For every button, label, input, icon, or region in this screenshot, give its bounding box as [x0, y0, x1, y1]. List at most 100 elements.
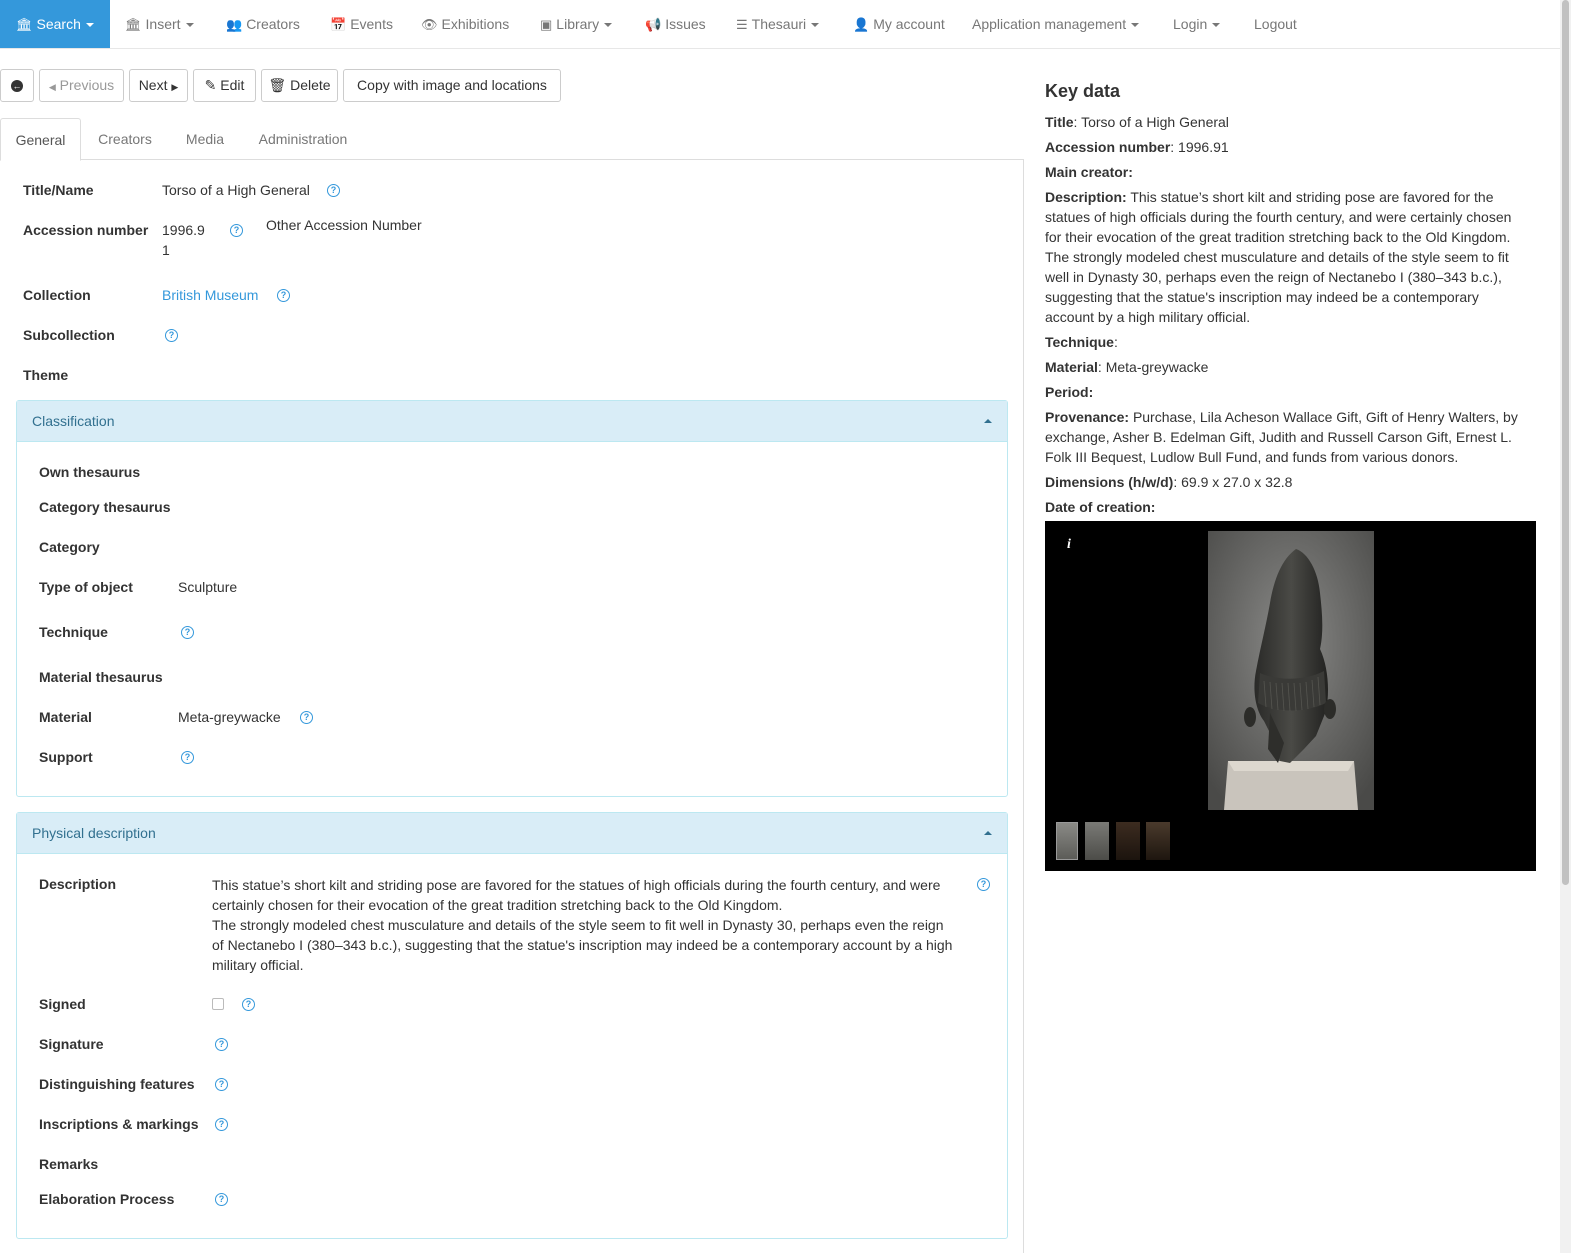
- key-data-dimensions-value: 69.9 x 27.0 x 32.8: [1181, 474, 1293, 490]
- other-accession-number-label: Other Accession Number: [266, 217, 422, 233]
- caret-down-icon: [185, 23, 194, 28]
- technique-label: Technique: [39, 624, 108, 640]
- key-data-main-creator: Main creator:: [1045, 162, 1525, 182]
- thumbnail-4[interactable]: [1146, 822, 1170, 860]
- help-icon[interactable]: ?: [977, 878, 990, 891]
- previous-button[interactable]: ◀ Previous: [39, 69, 124, 102]
- inscriptions-markings-label: Inscriptions & markings: [39, 1116, 199, 1132]
- user-icon: 👤: [853, 17, 870, 32]
- key-data-material: Material: Meta-greywacke: [1045, 359, 1209, 375]
- key-data-technique-label: Technique: [1045, 334, 1114, 350]
- material-label: Material: [39, 709, 92, 725]
- collection-link[interactable]: British Museum: [162, 287, 258, 303]
- help-icon[interactable]: ?: [215, 1078, 228, 1091]
- tab-media[interactable]: Media: [172, 118, 238, 160]
- key-data-main-creator-label: Main creator:: [1045, 164, 1133, 180]
- subcollection-label: Subcollection: [23, 327, 115, 343]
- thumbnail-1[interactable]: [1056, 822, 1078, 860]
- nav-creators-link[interactable]: 👥 Creators: [226, 0, 300, 48]
- accession-number-label: Accession number: [23, 222, 149, 238]
- nav-app-management-label: Application management: [972, 16, 1127, 32]
- category-thesaurus-label: Category thesaurus: [39, 499, 171, 515]
- nav-issues-label: Issues: [665, 16, 706, 32]
- description-paragraph-2: The strongly modeled chest musculature a…: [212, 917, 953, 973]
- help-icon[interactable]: ?: [215, 1038, 228, 1051]
- signed-checkbox[interactable]: [212, 998, 224, 1010]
- nav-thesauri-dropdown[interactable]: ☰ Thesauri: [736, 0, 820, 48]
- help-icon[interactable]: ?: [230, 224, 243, 237]
- collapse-caret-icon: [984, 831, 992, 835]
- trash-icon: 🗑: [268, 77, 287, 93]
- key-data-dimensions: Dimensions (h/w/d): 69.9 x 27.0 x 32.8: [1045, 474, 1293, 490]
- image-viewer[interactable]: i: [1045, 521, 1536, 871]
- key-data-title-value: Torso of a High General: [1081, 114, 1229, 130]
- key-data-description-value: This statue’s short kilt and striding po…: [1045, 189, 1512, 325]
- nav-login-dropdown[interactable]: Login: [1173, 0, 1221, 48]
- top-navbar: 🏛 Search 🏛 Insert 👥 Creators 📅 Events 👁 Exhib…: [0, 0, 1560, 49]
- help-icon[interactable]: ?: [300, 711, 313, 724]
- key-data-accession-value: 1996.91: [1178, 139, 1229, 155]
- nav-events-label: Events: [350, 16, 393, 32]
- help-icon[interactable]: ?: [277, 289, 290, 302]
- caret-down-icon: [1131, 23, 1140, 28]
- help-icon[interactable]: ?: [181, 626, 194, 639]
- bank-icon: 🏛: [125, 17, 142, 32]
- calendar-icon: 📅: [330, 17, 347, 32]
- info-icon[interactable]: i: [1067, 537, 1071, 553]
- nav-exhibitions-link[interactable]: 👁 Exhibitions: [421, 0, 509, 48]
- description-label: Description: [39, 876, 117, 892]
- collapse-caret-icon: [984, 419, 992, 423]
- thumbnail-2[interactable]: [1085, 822, 1109, 860]
- tab-creators[interactable]: Creators: [84, 118, 166, 160]
- help-icon[interactable]: ?: [242, 998, 255, 1011]
- chevron-right-icon: ▶: [171, 82, 179, 92]
- bank-icon: 🏛: [16, 17, 33, 32]
- accession-number-value-line2: 1: [162, 242, 170, 258]
- help-icon[interactable]: ?: [215, 1118, 228, 1131]
- nav-issues-link[interactable]: 📢 Issues: [645, 0, 706, 48]
- help-icon[interactable]: ?: [181, 751, 194, 764]
- title-label: Title/Name: [23, 182, 94, 198]
- copy-with-image-button[interactable]: Copy with image and locations: [343, 69, 561, 102]
- previous-label: Previous: [59, 77, 115, 93]
- key-data-provenance: Provenance: Purchase, Lila Acheson Walla…: [1045, 407, 1523, 467]
- tab-general[interactable]: General: [0, 118, 81, 161]
- key-data-accession: Accession number: 1996.91: [1045, 139, 1229, 155]
- edit-button[interactable]: ✎ Edit: [193, 69, 256, 102]
- tab-administration[interactable]: Administration: [244, 118, 362, 160]
- nav-library-dropdown[interactable]: ▣ Library: [540, 0, 613, 48]
- elaboration-process-label: Elaboration Process: [39, 1191, 175, 1207]
- next-button[interactable]: Next ▶: [129, 69, 188, 102]
- pencil-icon: ✎: [204, 77, 217, 93]
- thumbnail-3[interactable]: [1116, 822, 1140, 860]
- help-icon[interactable]: ?: [165, 329, 178, 342]
- delete-button[interactable]: 🗑 Delete: [261, 69, 338, 102]
- chevron-left-icon: ◀: [48, 82, 56, 92]
- sculpture-image[interactable]: [1208, 531, 1374, 810]
- back-button[interactable]: ←: [0, 69, 34, 102]
- physical-description-panel-header[interactable]: Physical description: [17, 813, 1007, 854]
- nav-my-account-link[interactable]: 👤 My account: [853, 0, 945, 48]
- description-paragraph-1: This statue’s short kilt and striding po…: [212, 877, 941, 913]
- copy-label: Copy with image and locations: [357, 77, 547, 93]
- description-value: This statue’s short kilt and striding po…: [212, 875, 957, 975]
- nav-logout-link[interactable]: Logout: [1254, 0, 1297, 48]
- key-data-accession-label: Accession number: [1045, 139, 1171, 155]
- theme-label: Theme: [23, 367, 69, 383]
- help-icon[interactable]: ?: [327, 184, 340, 197]
- classification-panel-header[interactable]: Classification: [17, 401, 1007, 442]
- edit-label: Edit: [220, 77, 245, 93]
- caret-down-icon: [604, 23, 613, 28]
- accession-number-value-line1: 1996.9: [162, 222, 205, 238]
- nav-insert-dropdown[interactable]: 🏛 Insert: [125, 0, 194, 48]
- circle-arrow-left-icon: ←: [11, 80, 23, 93]
- key-data-technique: Technique:: [1045, 334, 1118, 350]
- nav-events-link[interactable]: 📅 Events: [330, 0, 393, 48]
- classification-header-label: Classification: [32, 413, 115, 429]
- help-icon[interactable]: ?: [215, 1193, 228, 1206]
- nav-app-management-dropdown[interactable]: Application management: [972, 0, 1140, 48]
- nav-search-dropdown[interactable]: 🏛 Search: [0, 0, 110, 48]
- key-data-dimensions-label: Dimensions (h/w/d): [1045, 474, 1174, 490]
- page-scrollbar-thumb[interactable]: [1562, 0, 1569, 885]
- next-label: Next: [138, 77, 168, 93]
